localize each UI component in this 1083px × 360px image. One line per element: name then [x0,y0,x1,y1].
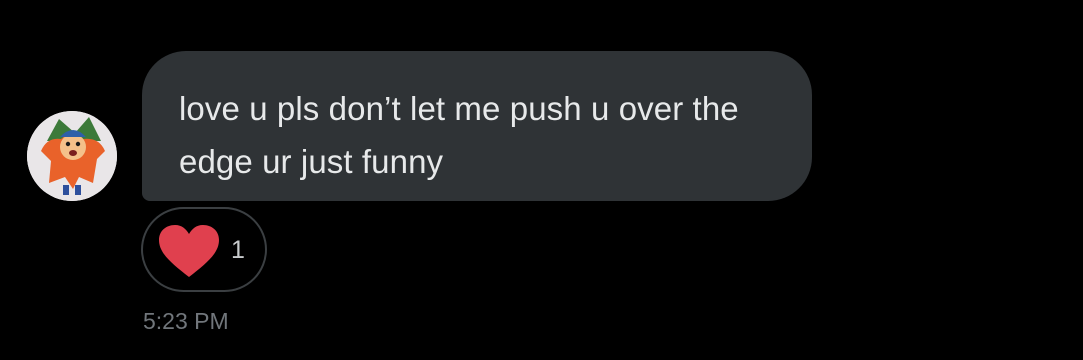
heart-icon [159,225,219,277]
message-text: love u pls don’t let me push u over the … [179,90,739,180]
reaction-count: 1 [231,236,245,264]
avatar[interactable] [27,111,117,201]
reaction-button[interactable]: 1 [141,207,267,292]
message-timestamp: 5:23 PM [143,308,229,334]
cartoon-character-avatar-icon [27,111,117,201]
message-bubble[interactable]: love u pls don’t let me push u over the … [142,51,812,201]
dm-conversation: love u pls don’t let me push u over the … [0,0,1083,360]
